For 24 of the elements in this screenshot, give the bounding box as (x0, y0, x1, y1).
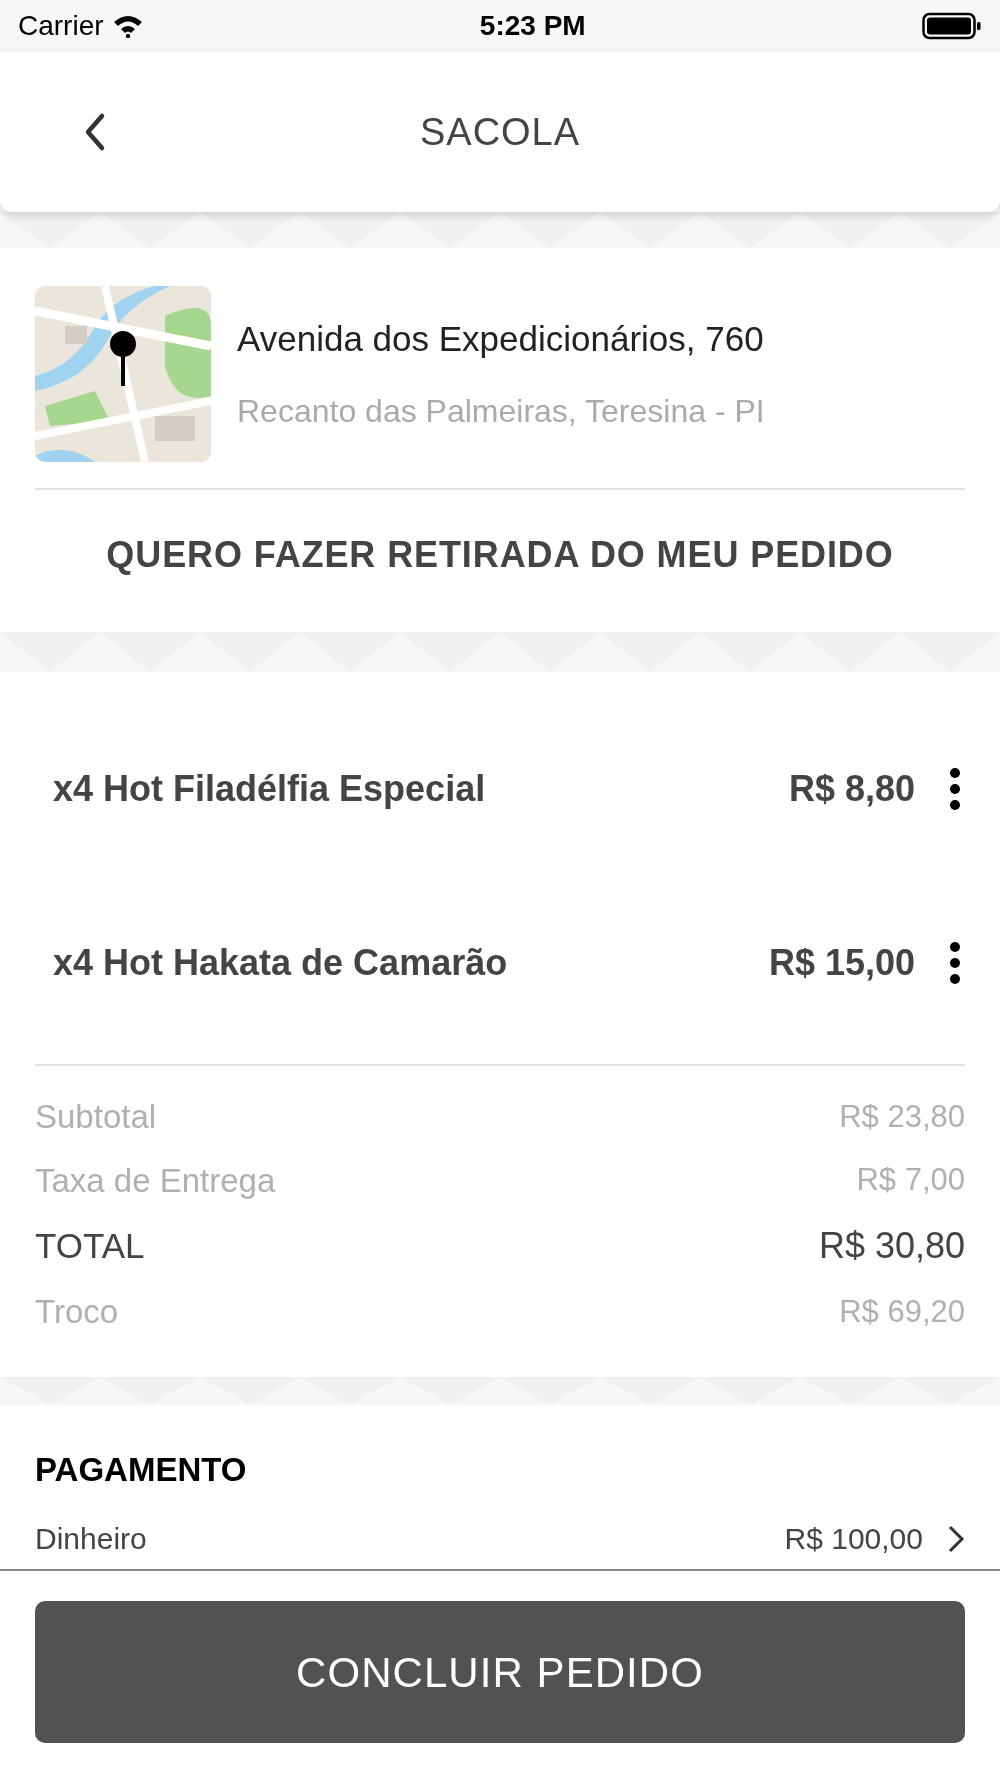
summary-label: Subtotal (35, 1097, 157, 1137)
summary-label: Taxa de Entrega (35, 1160, 276, 1201)
pickup-link[interactable]: QUERO FAZER RETIRADA DO MEU PEDIDO (106, 528, 894, 582)
summary-value: R$ 23,80 (839, 1097, 965, 1136)
payment-amount: R$ 100,00 (784, 1521, 923, 1557)
summary-value: R$ 7,00 (856, 1161, 965, 1199)
payment-title: PAGAMENTO (35, 1449, 248, 1490)
status-time: 5:23 PM (479, 9, 586, 43)
page-title: SACOLA (420, 109, 580, 155)
battery-icon (922, 12, 982, 40)
item-name: x4 Hot Hakata de Camarão (53, 941, 508, 985)
summary-value: R$ 69,20 (839, 1292, 965, 1331)
summary-label: TOTAL (35, 1224, 145, 1267)
item-price: R$ 15,00 (768, 941, 915, 985)
chevron-right-icon[interactable] (947, 1523, 965, 1554)
carrier-label: Carrier (18, 9, 104, 43)
submit-button[interactable]: CONCLUIR PEDIDO (35, 1601, 965, 1743)
summary-label: Troco (35, 1292, 119, 1332)
address-street: Avenida dos Expedicionários, 760 (237, 317, 765, 360)
item-price: R$ 8,80 (788, 767, 915, 811)
summary-value: R$ 30,80 (818, 1224, 965, 1268)
address-district: Recanto das Palmeiras, Teresina - PI (237, 392, 765, 432)
payment-method: Dinheiro (35, 1521, 147, 1557)
item-name: x4 Hot Filadélfia Especial (53, 767, 486, 811)
